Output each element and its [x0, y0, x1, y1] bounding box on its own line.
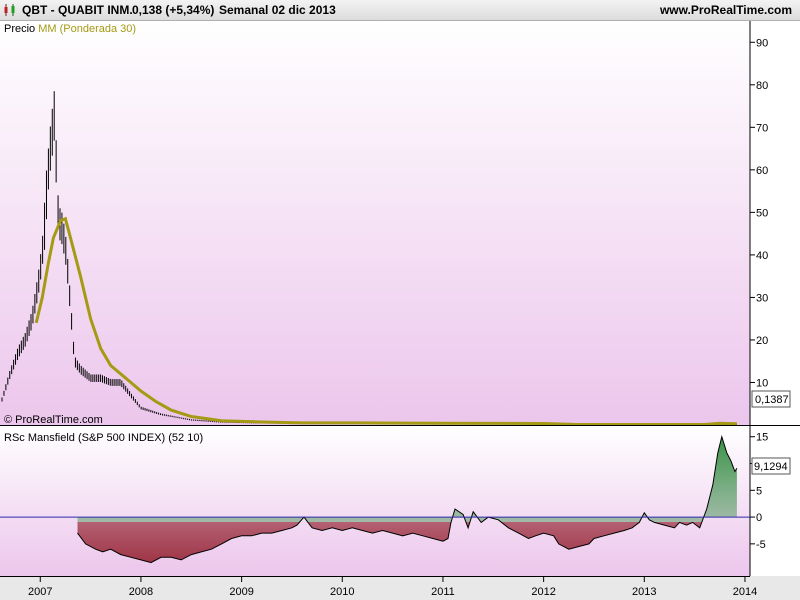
price-tick-label: 30	[756, 292, 768, 304]
legend-price-label: Precio MM (Ponderada 30)	[4, 23, 136, 35]
rsc-panel-bg	[0, 426, 750, 576]
price-tick-label: 20	[756, 335, 768, 347]
x-tick-label: 2011	[431, 586, 455, 598]
period-date: Semanal 02 dic 2013	[219, 3, 336, 17]
rsc-y-ticks: -5051015	[750, 432, 768, 551]
price-tick-label: 60	[756, 165, 768, 177]
price-tick-label: 10	[756, 377, 768, 389]
rsc-last-value: 9,1294	[754, 461, 788, 473]
price-panel-bg	[0, 21, 750, 425]
rsc-tick-label: 15	[756, 432, 768, 444]
legend-price-prefix: Precio	[4, 23, 35, 35]
rsc-tick-label: 5	[756, 485, 762, 497]
rsc-tick-label: 0	[756, 512, 762, 524]
price-y-ticks: 10 20 30 40 50 60 70 80 90	[750, 37, 768, 389]
price-change: 0,138 (+5,34%)	[132, 3, 215, 17]
price-tick-label: 40	[756, 250, 768, 262]
price-tick-label: 80	[756, 80, 768, 92]
rsc-tick-label: -5	[756, 539, 766, 551]
legend-ma-label: MM (Ponderada 30)	[38, 23, 136, 35]
x-tick-label: 2010	[330, 586, 354, 598]
price-tick-label: 90	[756, 37, 768, 49]
price-tick-label: 70	[756, 122, 768, 134]
copyright-label: © ProRealTime.com	[4, 414, 103, 426]
candlestick-icon	[4, 4, 15, 16]
chart-header: QBT - QUABIT INM. 0,138 (+5,34%) Semanal…	[0, 0, 800, 21]
x-tick-label: 2013	[632, 586, 656, 598]
price-last-value: 0,1387	[755, 394, 789, 406]
price-tick-label: 50	[756, 207, 768, 219]
x-tick-label: 2009	[229, 586, 253, 598]
x-tick-label: 2014	[733, 586, 757, 598]
site-link[interactable]: www.ProRealTime.com	[660, 3, 792, 17]
ticker-title: QBT - QUABIT INM.	[22, 3, 133, 17]
rsc-title: RSc Mansfield (S&P 500 INDEX) (52 10)	[4, 432, 203, 444]
x-tick-label: 2007	[28, 586, 52, 598]
chart-canvas: 102030405060708090 Precio MM (Ponderada …	[0, 21, 800, 600]
x-axis-bar	[0, 576, 800, 600]
x-tick-label: 2012	[531, 586, 555, 598]
x-tick-label: 2008	[129, 586, 153, 598]
